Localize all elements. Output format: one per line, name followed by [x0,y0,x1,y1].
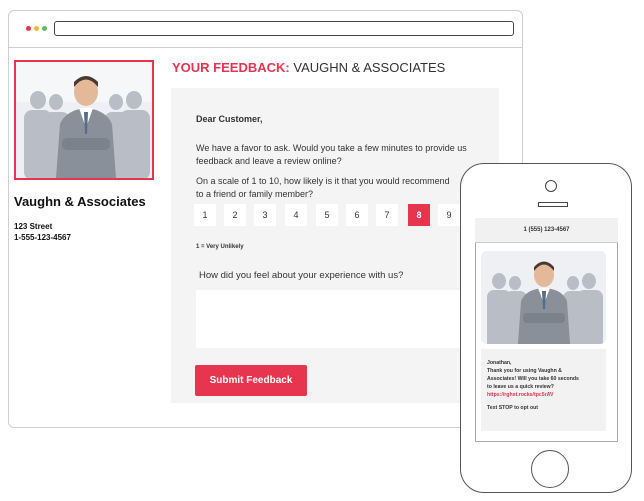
business-photo [14,60,154,180]
score-button-1[interactable]: 1 [194,204,216,226]
business-name: Vaughn & Associates [14,194,146,209]
sms-photo [481,251,606,344]
score-button-5[interactable]: 5 [316,204,338,226]
submit-feedback-button[interactable]: Submit Feedback [195,365,307,396]
business-address: 123 Street [14,222,53,231]
score-button-4[interactable]: 4 [285,204,307,226]
score-button-2[interactable]: 2 [224,204,246,226]
page-title: YOUR FEEDBACK: VAUGHN & ASSOCIATES [172,60,445,75]
team-photo-illustration-small [481,251,606,344]
question-line-2: to a friend or family member? [196,189,314,199]
sms-recipient-name: Jonathan, [487,360,512,366]
experience-textarea[interactable] [196,290,496,348]
sms-review-link[interactable]: https://rghst.rocks/tpc5rAV [487,392,602,399]
score-button-9[interactable]: 9 [438,204,460,226]
camera-icon [545,180,557,192]
business-phone: 1-555-123-4567 [14,233,71,242]
page-title-highlight: YOUR FEEDBACK: [172,60,290,75]
greeting: Dear Customer, [196,114,263,124]
question-line-1: On a scale of 1 to 10, how likely is it … [196,176,450,186]
intro-line-2: feedback and leave a review online? [196,156,342,166]
scale-hint: 1 = Very Unlikely [196,244,244,250]
experience-question: How did you feel about your experience w… [199,270,404,281]
score-button-3[interactable]: 3 [254,204,276,226]
address-bar[interactable] [54,21,514,36]
speaker-icon [538,202,568,207]
score-button-8-selected[interactable]: 8 [408,204,430,226]
team-photo-illustration [16,62,152,178]
sms-line-2: Associates! Will you take 60 seconds [487,376,579,382]
sms-line-3: to leave us a quick review? [487,384,554,390]
minimize-window-dot-icon[interactable] [34,26,39,31]
maximize-window-dot-icon[interactable] [42,26,47,31]
score-button-7[interactable]: 7 [376,204,398,226]
close-window-dot-icon[interactable] [26,26,31,31]
sms-line-1: Thank you for using Vaughn & [487,368,562,374]
sms-sender-number: 1 (555) 123-4567 [523,227,570,233]
sms-opt-out: Text STOP to opt out [487,405,539,411]
home-button-icon[interactable] [531,450,569,488]
browser-toolbar [9,11,522,48]
intro-line-1: We have a favor to ask. Would you take a… [196,143,467,153]
score-button-6[interactable]: 6 [346,204,368,226]
page-title-business: VAUGHN & ASSOCIATES [293,60,446,75]
